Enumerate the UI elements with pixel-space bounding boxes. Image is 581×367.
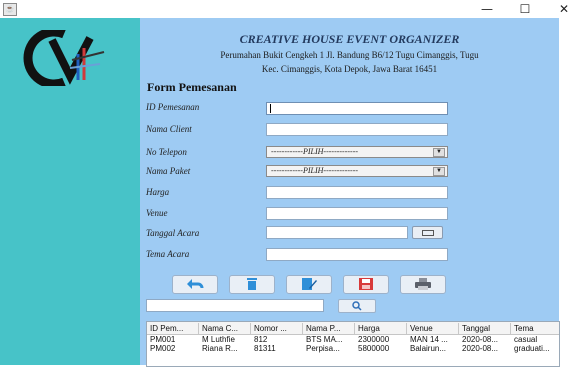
delete-button[interactable] xyxy=(229,275,275,294)
nama-paket-select[interactable]: ------------PILIH------------- ▼ xyxy=(266,165,448,177)
column-header[interactable]: Nama P... xyxy=(303,323,355,334)
harga-input[interactable] xyxy=(266,186,448,199)
table-cell: M Luthfie xyxy=(202,335,235,344)
edit-button[interactable] xyxy=(286,275,332,294)
column-header[interactable]: Nama C... xyxy=(199,323,251,334)
java-icon: ☕ xyxy=(3,3,17,16)
maximize-button[interactable]: ☐ xyxy=(508,0,542,18)
sidebar xyxy=(0,18,140,365)
label-nama-client: Nama Client xyxy=(146,124,192,134)
venue-input[interactable] xyxy=(266,207,448,220)
date-picker-button[interactable] xyxy=(412,226,443,239)
no-telepon-value: ------------PILIH------------- xyxy=(271,147,359,156)
label-id-pemesanan: ID Pemesanan xyxy=(146,102,200,112)
nama-client-input[interactable] xyxy=(266,123,448,136)
table-cell: 2020-08... xyxy=(462,344,499,353)
text-caret xyxy=(270,104,271,113)
column-header[interactable]: Venue xyxy=(407,323,459,334)
table-cell: 812 xyxy=(254,335,268,344)
reset-button[interactable] xyxy=(172,275,218,294)
table-cell: Riana R... xyxy=(202,344,238,353)
main-panel: CREATIVE HOUSE EVENT ORGANIZER Perumahan… xyxy=(0,18,560,367)
column-header[interactable]: Nomor ... xyxy=(251,323,303,334)
print-button[interactable] xyxy=(400,275,446,294)
app-window: ☕ — ☐ ✕ CREATIVE HOUSE EVENT ORGANIZER P… xyxy=(0,0,581,367)
table-cell: 2300000 xyxy=(358,335,390,344)
company-logo xyxy=(23,30,105,86)
label-harga: Harga xyxy=(146,187,170,197)
table-cell: 2020-08... xyxy=(462,335,499,344)
column-header[interactable]: ID Pem... xyxy=(147,323,199,334)
tanggal-acara-input[interactable] xyxy=(266,226,408,239)
edit-icon xyxy=(302,278,317,290)
trash-icon xyxy=(247,278,257,290)
table-cell: 5800000 xyxy=(358,344,390,353)
table-row[interactable]: PM001 M Luthfie 812 BTS MA... 2300000 MA… xyxy=(147,335,559,344)
label-no-telepon: No Telepon xyxy=(146,147,187,157)
minimize-button[interactable]: — xyxy=(470,0,504,18)
label-venue: Venue xyxy=(146,208,168,218)
column-header[interactable]: Tanggal xyxy=(459,323,511,334)
table-cell: MAN 14 ... xyxy=(410,335,448,344)
address-line-2: Kec. Cimanggis, Kota Depok, Jawa Barat 1… xyxy=(261,64,438,74)
address-line-1: Perumahan Bukit Cengkeh 1 Jl. Bandung B6… xyxy=(220,50,479,60)
column-header[interactable]: Tema xyxy=(511,323,559,334)
table-cell: graduati... xyxy=(514,344,550,353)
tema-acara-input[interactable] xyxy=(266,248,448,261)
table-cell: Perpisa... xyxy=(306,344,340,353)
save-button[interactable] xyxy=(343,275,389,294)
search-input[interactable] xyxy=(146,299,324,312)
title-bar: ☕ — ☐ ✕ xyxy=(0,0,581,18)
search-button[interactable] xyxy=(338,299,376,313)
table-cell: 81311 xyxy=(254,344,276,353)
table-row[interactable]: PM002 Riana R... 81311 Perpisa... 580000… xyxy=(147,344,559,353)
table-cell: PM002 xyxy=(150,344,176,353)
label-nama-paket: Nama Paket xyxy=(146,166,191,176)
table-cell: BTS MA... xyxy=(306,335,343,344)
table-cell: Balairun... xyxy=(410,344,447,353)
data-table[interactable]: ID Pem... Nama C... Nomor ... Nama P... … xyxy=(146,321,560,367)
id-pemesanan-input[interactable] xyxy=(266,102,448,115)
label-tema-acara: Tema Acara xyxy=(146,249,190,259)
calendar-icon xyxy=(422,230,434,236)
column-header[interactable]: Harga xyxy=(355,323,407,334)
chevron-down-icon[interactable]: ▼ xyxy=(433,167,445,176)
nama-paket-value: ------------PILIH------------- xyxy=(271,166,359,175)
close-button[interactable]: ✕ xyxy=(547,0,581,18)
table-cell: casual xyxy=(514,335,538,344)
label-tanggal-acara: Tanggal Acara xyxy=(146,228,200,238)
table-cell: PM001 xyxy=(150,335,176,344)
search-icon xyxy=(352,301,362,311)
table-header: ID Pem... Nama C... Nomor ... Nama P... … xyxy=(147,322,559,335)
chevron-down-icon[interactable]: ▼ xyxy=(433,148,445,157)
print-icon xyxy=(415,278,431,290)
form-title: Form Pemesanan xyxy=(147,80,237,94)
undo-icon xyxy=(187,279,204,289)
no-telepon-select[interactable]: ------------PILIH------------- ▼ xyxy=(266,146,448,158)
page-title: CREATIVE HOUSE EVENT ORGANIZER xyxy=(239,32,460,46)
save-icon xyxy=(359,278,373,290)
